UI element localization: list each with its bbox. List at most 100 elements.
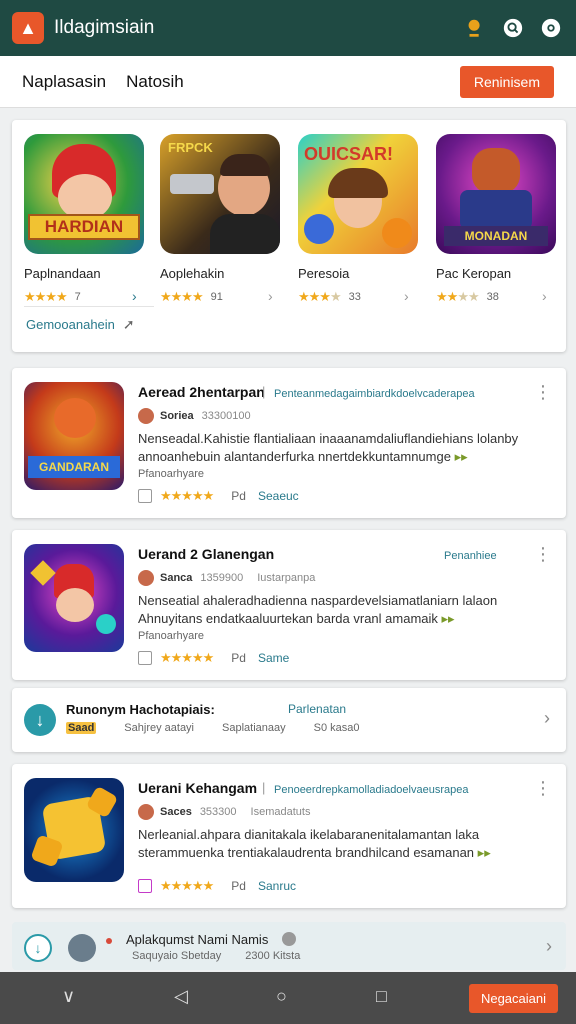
compact-list-item[interactable]: ↓ Runonym Hachotapiais: Parlenatan Saad …: [12, 688, 566, 752]
app-list-item[interactable]: GANDARAN Aeread 2hentarpan | Penteanmeda…: [12, 368, 566, 518]
app-thumbnail[interactable]: [24, 544, 124, 652]
forward-icon[interactable]: ▸▸: [478, 845, 491, 860]
system-navigation-bar: ∨ ◁ ○ □ Negacaiani: [0, 972, 576, 1024]
featured-tile[interactable]: FRPCK Aoplehakin ★★★★ 91: [160, 134, 280, 305]
player-meta: Saquyaio Sbetday 2300 Kitsta: [132, 950, 324, 962]
action-link[interactable]: Same: [258, 651, 289, 665]
chevron-right-icon[interactable]: ›: [544, 708, 550, 729]
app-thumbnail[interactable]: MONADAN: [436, 134, 556, 254]
compact-meta: Saad Sahjrey aatayi Saplatianaay S0 kasa…: [66, 722, 388, 734]
author-meta: Soriea 33300100: [138, 408, 251, 424]
app-art-text: MONADAN: [444, 226, 548, 246]
author-name: Soriea: [160, 410, 194, 422]
download-icon[interactable]: ↓: [24, 704, 56, 736]
overview-icon[interactable]: □: [376, 986, 387, 1007]
app-rating: ★★★★ 33: [298, 289, 418, 305]
divider: [24, 306, 154, 307]
forward-icon[interactable]: ▸▸: [455, 449, 468, 464]
app-thumbnail[interactable]: HARDIAN: [24, 134, 144, 254]
chevron-right-icon[interactable]: ›: [268, 288, 273, 304]
more-options-icon[interactable]: ⋮: [534, 544, 552, 565]
forward-icon[interactable]: ▸▸: [442, 611, 455, 626]
featured-tile[interactable]: OUICSAR! Peresoia ★★★★ 33: [298, 134, 418, 305]
app-title: Ildagimsiain: [54, 17, 155, 38]
description-line: annoanhebuin alantanderfurka nnertdekkun…: [138, 449, 451, 464]
chevron-right-icon[interactable]: ›: [132, 288, 137, 304]
app-subtitle: Pfanoarhyare: [138, 468, 205, 480]
app-logo-icon[interactable]: ▲: [12, 12, 44, 44]
app-art-text: OUICSAR!: [304, 144, 393, 164]
app-art-text: GANDARAN: [28, 456, 120, 478]
more-options-icon[interactable]: ⋮: [534, 382, 552, 403]
chevron-right-icon[interactable]: ›: [542, 288, 547, 304]
app-rating: ★★★★ 91: [160, 289, 280, 305]
settings-icon[interactable]: [538, 15, 564, 41]
recents-down-icon[interactable]: ∨: [62, 986, 75, 1007]
navigation-action-button[interactable]: Negacaiani: [468, 984, 558, 1013]
author-avatar: [138, 408, 154, 424]
bookmark-icon[interactable]: [138, 879, 152, 893]
action-link[interactable]: Seaeuc: [258, 489, 299, 503]
mini-player-bar[interactable]: ↓ Aplakqumst Nami Namis Saquyaio Sbetday…: [12, 922, 566, 970]
bookmark-icon[interactable]: [138, 651, 152, 665]
info-icon[interactable]: [282, 932, 296, 946]
see-more-label: Gemooanahein: [26, 317, 115, 332]
app-title: Uerand 2 Glanengan: [138, 546, 275, 562]
star-rating-icon: ★★★★: [24, 289, 68, 304]
publish-date: 353300: [199, 806, 237, 818]
separator: |: [262, 384, 266, 399]
back-icon[interactable]: ◁: [174, 986, 188, 1007]
app-list-item[interactable]: Uerani Kehangam | Penoeerdrepkamolladiad…: [12, 764, 566, 908]
author-meta: Sanca 1359900 Iustarpanpa: [138, 570, 315, 586]
featured-apps-card: HARDIAN Paplnandaan ★★★★ 7 › FRPCK Aople…: [12, 120, 566, 352]
app-thumbnail[interactable]: GANDARAN: [24, 382, 124, 490]
tab-natosih[interactable]: Natosih: [126, 72, 184, 92]
description-line: Nenseatial ahaleradhadienna naspardevels…: [138, 593, 498, 608]
star-rating-icon: ★★★★: [298, 289, 342, 304]
see-more-link[interactable]: Gemooanahein ➚: [26, 316, 135, 333]
app-tag[interactable]: Penteanmedagaimbiardkdoelvcaderapea: [274, 388, 475, 400]
featured-tile[interactable]: HARDIAN Paplnandaan ★★★★ 7: [24, 134, 144, 305]
app-thumbnail[interactable]: FRPCK: [160, 134, 280, 254]
app-name: Paplnandaan: [24, 266, 101, 281]
app-name: Peresoia: [298, 266, 350, 281]
rating-value: Pd: [231, 879, 246, 893]
download-icon[interactable]: ↓: [24, 934, 52, 962]
app-tag[interactable]: Penanhiee: [444, 550, 497, 562]
app-thumbnail[interactable]: [24, 778, 124, 882]
player-title: Aplakqumst Nami Namis: [126, 932, 269, 947]
home-icon[interactable]: ○: [276, 986, 287, 1007]
author-meta: Saces 353300 Isemadatuts: [138, 804, 310, 820]
description-line: Ahnuyitans endatkaaluurtekan barda vranl…: [138, 611, 438, 626]
meta-text: Saquyaio Sbetday: [132, 950, 222, 962]
meta-text: Sahjrey aatayi: [124, 722, 195, 734]
separator: |: [262, 780, 266, 795]
author-name: Sanca: [160, 572, 193, 584]
bookmark-icon[interactable]: [138, 489, 152, 503]
avatar[interactable]: [68, 934, 96, 962]
search-user-icon[interactable]: [462, 15, 488, 41]
chevron-right-icon[interactable]: ›: [546, 936, 552, 957]
description-line: Nerleanial.ahpara dianitakala ikelabaran…: [138, 827, 480, 842]
app-list-item[interactable]: Uerand 2 Glanengan Penanhiee ⋮ Sanca 135…: [12, 530, 566, 680]
app-rating: ★★★★ 7: [24, 289, 144, 305]
badge: Saad: [66, 722, 97, 734]
meta-text: S0 kasa0: [313, 722, 360, 734]
star-rating-icon: ★★★★: [436, 289, 480, 304]
tab-naplasasin[interactable]: Naplasasin: [22, 72, 106, 92]
featured-tile[interactable]: MONADAN Pac Keropan ★★★★ 38: [436, 134, 556, 305]
publisher: Iustarpanpa: [257, 572, 316, 584]
compact-title: Runonym Hachotapiais:: [66, 702, 215, 717]
action-link[interactable]: Sanruc: [258, 879, 296, 893]
primary-action-button[interactable]: Reninisem: [459, 65, 554, 98]
rating-value: Pd: [231, 489, 246, 503]
compact-tag[interactable]: Parlenatan: [288, 702, 346, 716]
search-icon[interactable]: [500, 15, 526, 41]
app-art-text: FRPCK: [168, 140, 213, 155]
app-rating: ★★★★★ Pd Sanruc: [138, 878, 296, 894]
app-thumbnail[interactable]: OUICSAR!: [298, 134, 418, 254]
app-tag[interactable]: Penoeerdrepkamolladiadoelvaeusrapea: [274, 784, 468, 796]
app-description: Nenseatial ahaleradhadienna naspardevels…: [138, 592, 548, 628]
chevron-right-icon[interactable]: ›: [404, 288, 409, 304]
more-options-icon[interactable]: ⋮: [534, 778, 552, 799]
